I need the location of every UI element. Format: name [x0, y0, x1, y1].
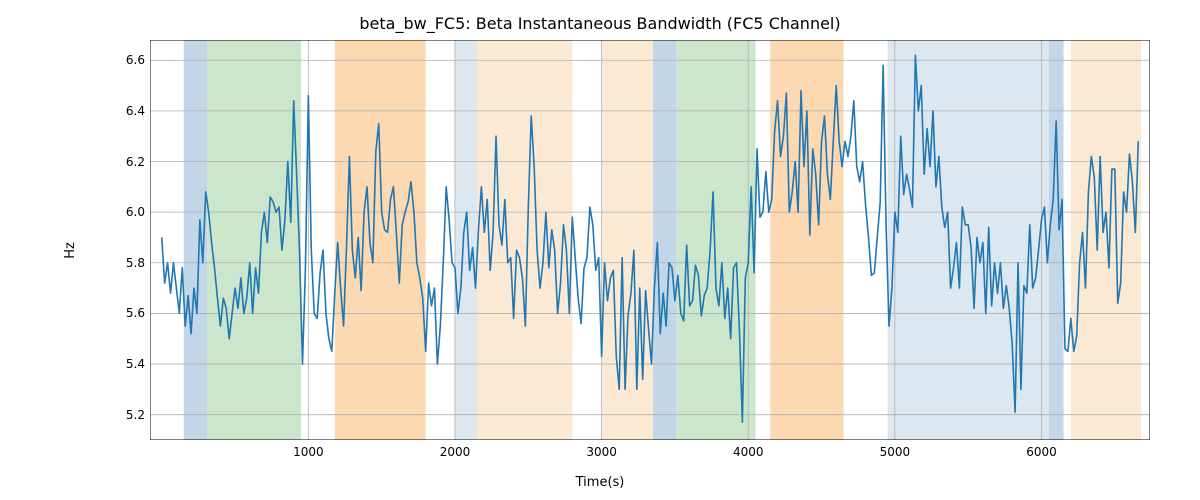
x-tick-label: 1000	[293, 445, 324, 459]
background-band	[888, 40, 1049, 440]
y-tick-label: 6.0	[126, 205, 145, 219]
x-tick-label: 5000	[880, 445, 911, 459]
background-band	[1049, 40, 1064, 440]
background-band	[335, 40, 426, 440]
chart-title: beta_bw_FC5: Beta Instantaneous Bandwidt…	[0, 14, 1200, 33]
background-band	[455, 40, 477, 440]
background-band	[602, 40, 653, 440]
background-band	[653, 40, 676, 440]
y-tick-label: 6.2	[126, 155, 145, 169]
background-band	[770, 40, 843, 440]
figure: beta_bw_FC5: Beta Instantaneous Bandwidt…	[0, 0, 1200, 500]
y-tick-label: 6.4	[126, 104, 145, 118]
x-tick-label: 4000	[733, 445, 764, 459]
y-tick-label: 5.2	[126, 408, 145, 422]
x-tick-label: 3000	[586, 445, 617, 459]
y-tick-label: 5.8	[126, 256, 145, 270]
x-axis-label: Time(s)	[0, 475, 1200, 490]
y-tick-label: 6.6	[126, 53, 145, 67]
x-tick-label: 6000	[1026, 445, 1057, 459]
background-band	[207, 40, 301, 440]
y-axis-label: Hz	[60, 0, 80, 500]
y-tick-label: 5.4	[126, 357, 145, 371]
y-tick-label: 5.6	[126, 306, 145, 320]
plot-svg	[150, 40, 1150, 440]
axes	[150, 40, 1150, 440]
background-band	[477, 40, 572, 440]
x-tick-label: 2000	[440, 445, 471, 459]
